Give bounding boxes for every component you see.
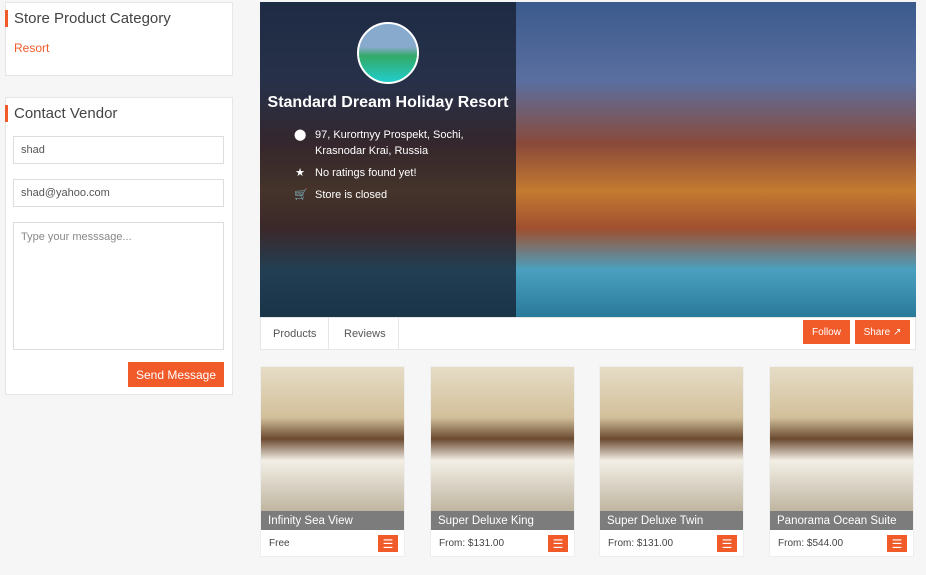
product-price: From: $131.00: [439, 538, 505, 549]
widget-title: Store Product Category: [5, 10, 232, 27]
product-title[interactable]: Panorama Ocean Suite: [770, 511, 913, 530]
menu-icon[interactable]: ☰: [887, 535, 907, 552]
product-price: Free: [269, 538, 290, 549]
message-textarea[interactable]: Type your messsage...: [13, 222, 224, 350]
product-image[interactable]: [261, 367, 404, 511]
product-title[interactable]: Super Deluxe Twin: [600, 511, 743, 530]
tab-reviews[interactable]: Reviews: [332, 318, 399, 349]
product-image[interactable]: [431, 367, 574, 511]
menu-icon[interactable]: ☰: [548, 535, 568, 552]
send-message-button[interactable]: Send Message: [128, 362, 224, 387]
store-logo: [357, 22, 419, 84]
store-rating: ★ No ratings found yet!: [295, 167, 417, 179]
map-marker-icon: ⬤: [294, 129, 307, 141]
product-card[interactable]: Super Deluxe King From: $131.00 ☰: [430, 366, 575, 557]
tab-products[interactable]: Products: [261, 318, 330, 349]
star-icon: ★: [295, 167, 305, 179]
product-card[interactable]: Panorama Ocean Suite From: $544.00 ☰: [769, 366, 914, 557]
store-name: Standard Dream Holiday Resort: [267, 94, 509, 111]
menu-icon[interactable]: ☰: [378, 535, 398, 552]
email-field[interactable]: shad@yahoo.com: [13, 179, 224, 207]
product-price: From: $131.00: [608, 538, 674, 549]
product-image[interactable]: [600, 367, 743, 511]
store-banner: Standard Dream Holiday Resort ⬤ 97, Kuror…: [260, 2, 916, 317]
product-image[interactable]: [770, 367, 913, 511]
store-status: 🛒 Store is closed: [294, 189, 388, 201]
product-card[interactable]: Super Deluxe Twin From: $131.00 ☰: [599, 366, 744, 557]
product-price: From: $544.00: [778, 538, 844, 549]
name-field[interactable]: shad: [13, 136, 224, 164]
share-button[interactable]: Share ↗: [855, 320, 910, 344]
menu-icon[interactable]: ☰: [717, 535, 737, 552]
store-category-widget: Store Product Category Resort: [5, 2, 233, 76]
product-title[interactable]: Super Deluxe King: [431, 511, 574, 530]
category-link-resort[interactable]: Resort: [14, 41, 232, 55]
product-card[interactable]: Infinity Sea View Free ☰: [260, 366, 405, 557]
external-link-icon: ↗: [890, 326, 902, 338]
store-address: ⬤ 97, Kurortnyy Prospekt, Sochi, Krasnoda…: [294, 129, 464, 157]
contact-vendor-widget: Contact Vendor shad shad@yahoo.com Type …: [5, 97, 233, 395]
cart-icon: 🛒: [294, 189, 308, 201]
product-title[interactable]: Infinity Sea View: [261, 511, 404, 530]
widget-title: Contact Vendor: [5, 105, 232, 122]
store-info-overlay: Standard Dream Holiday Resort ⬤ 97, Kuror…: [260, 2, 516, 317]
store-tabs: Products Reviews Follow Share ↗: [260, 317, 916, 350]
follow-button[interactable]: Follow: [803, 320, 850, 344]
